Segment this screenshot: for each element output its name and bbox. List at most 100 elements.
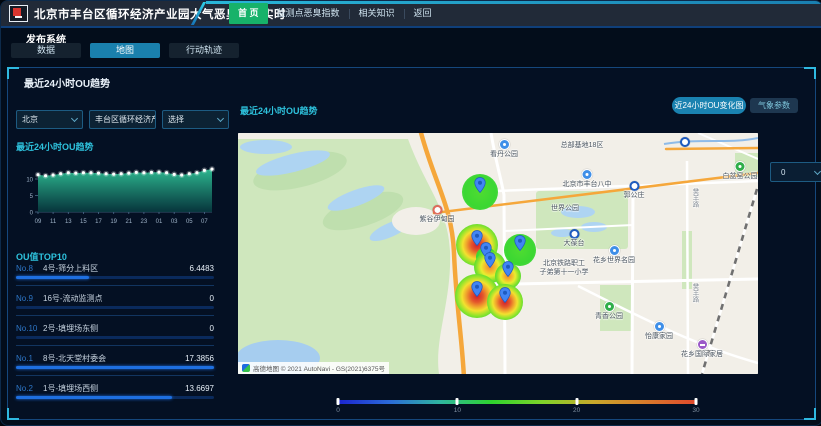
top-list-item[interactable]: No.18号-北天堂村委会17.3856 <box>16 352 214 376</box>
top-item-value: 0 <box>210 294 214 303</box>
top-item-row: No.916号-流动监测点0 <box>16 292 214 304</box>
heatmap-layer <box>238 133 758 374</box>
main-panel: 最近24小时OU趋势 北京 丰台区循环经济产 选择 最近24小时OU趋势 051… <box>7 67 816 420</box>
top-item-value: 13.6697 <box>185 384 214 393</box>
nav-item-odor-index[interactable]: 监测点恶臭指数 <box>268 3 349 24</box>
top-item-name: 16号-流动监测点 <box>43 293 210 304</box>
nav-item-home[interactable]: 首 页 <box>229 3 268 24</box>
layer-select-value: 0 <box>781 168 785 177</box>
nav-item-back[interactable]: 返回 <box>405 3 441 24</box>
top-item-rank: No.9 <box>16 294 43 303</box>
top-item-name: 1号-填埋场西侧 <box>43 383 185 394</box>
map-pin-icon[interactable] <box>484 252 496 268</box>
map-pin-icon[interactable] <box>471 281 483 297</box>
svg-text:05: 05 <box>186 219 193 225</box>
top-list-item[interactable]: No.916号-流动监测点0 <box>16 292 214 316</box>
site-select[interactable]: 选择 <box>162 110 229 129</box>
top-item-row: No.21号-填埋场西侧13.6697 <box>16 382 214 394</box>
map-pin-icon[interactable] <box>514 235 526 251</box>
panel-corner <box>804 408 816 420</box>
top-item-row: No.102号-填埋场东侧0 <box>16 322 214 334</box>
top-list: No.84号-筛分上料区6.4483No.916号-流动监测点0No.102号-… <box>16 262 214 411</box>
top-item-rank: No.8 <box>16 264 43 273</box>
layer-select[interactable]: 0 <box>770 162 821 182</box>
top-item-bar-track <box>16 396 214 399</box>
svg-text:17: 17 <box>95 219 102 225</box>
amap-logo-icon <box>242 364 250 372</box>
nav-item-knowledge[interactable]: 相关知识 <box>350 3 404 24</box>
top-list-item[interactable]: No.84号-筛分上料区6.4483 <box>16 262 214 286</box>
svg-text:13: 13 <box>65 219 72 225</box>
top-item-bar-track <box>16 336 214 339</box>
top-item-bar-track <box>16 276 214 279</box>
map-attribution: 高德地图 © 2021 AutoNavi - GS(2021)6375号 <box>238 362 389 374</box>
map-attribution-text: 高德地图 © 2021 AutoNavi - GS(2021)6375号 <box>253 363 385 373</box>
map-pin-icon[interactable] <box>499 287 511 303</box>
svg-text:23: 23 <box>141 219 148 225</box>
top-item-rank: No.1 <box>16 354 43 363</box>
top-item-name: 4号-筛分上料区 <box>43 263 190 274</box>
scale-tick-label: 30 <box>692 407 699 414</box>
svg-text:03: 03 <box>171 219 178 225</box>
city-select[interactable]: 北京 <box>16 110 83 129</box>
panel-corner <box>7 67 19 79</box>
map-pin-icon[interactable] <box>502 261 514 277</box>
svg-text:21: 21 <box>125 219 132 225</box>
top-item-rank: No.2 <box>16 384 43 393</box>
tab-data[interactable]: 数据 <box>11 43 81 58</box>
svg-text:5: 5 <box>30 194 34 200</box>
app-logo-icon <box>9 5 28 22</box>
chevron-down-icon <box>814 167 821 174</box>
panel-corner <box>804 67 816 79</box>
top-item-value: 0 <box>210 324 214 333</box>
top-item-row: No.84号-筛分上料区6.4483 <box>16 262 214 274</box>
top-item-name: 8号-北天堂村委会 <box>43 353 185 364</box>
top-item-row: No.18号-北天堂村委会17.3856 <box>16 352 214 364</box>
header-bar: 北京市丰台区循环经济产业园大气恶臭状况实时 首 页 监测点恶臭指数 相关知识 返… <box>1 1 821 28</box>
top-item-value: 6.4483 <box>190 264 214 273</box>
top-list-item[interactable]: No.102号-填埋场东侧0 <box>16 322 214 346</box>
svg-text:10: 10 <box>26 178 33 184</box>
scale-tick-label: 0 <box>336 407 340 414</box>
tab-map[interactable]: 地图 <box>90 43 160 58</box>
publish-tabs: 数据 地图 行动轨迹 <box>11 43 239 58</box>
app-window: 北京市丰台区循环经济产业园大气恶臭状况实时 首 页 监测点恶臭指数 相关知识 返… <box>0 0 821 426</box>
map-pin-icon[interactable] <box>474 177 486 193</box>
top-item-bar-fill <box>16 366 214 369</box>
top-item-bar-track <box>16 306 214 309</box>
district-select[interactable]: 丰台区循环经济产 <box>89 110 156 129</box>
chevron-down-icon <box>217 115 224 122</box>
district-select-value: 丰台区循环经济产 <box>95 114 156 125</box>
top-item-value: 17.3856 <box>185 354 214 363</box>
top-item-name: 2号-填埋场东侧 <box>43 323 210 334</box>
weather-params-button[interactable]: 气象参数 <box>750 98 798 113</box>
map-section-title: 最近24小时OU趋势 <box>240 104 318 117</box>
scale-gradient-bar <box>338 400 696 404</box>
map-canvas[interactable]: 看丹公园总部基地18区白盆窑公园北京市丰台八中郭公庄世界公园紫谷伊甸园大葆台花乡… <box>238 133 758 374</box>
scale-tick-marker <box>575 398 578 405</box>
chevron-down-icon <box>71 115 78 122</box>
top-list-item[interactable]: No.21号-填埋场西侧13.6697 <box>16 382 214 405</box>
scale-tick-label: 10 <box>454 407 461 414</box>
city-select-value: 北京 <box>22 114 38 125</box>
site-select-value: 选择 <box>168 114 184 125</box>
filter-selects: 北京 丰台区循环经济产 选择 <box>16 110 229 129</box>
svg-text:09: 09 <box>35 219 42 225</box>
svg-text:07: 07 <box>201 219 208 225</box>
svg-text:01: 01 <box>156 219 163 225</box>
tab-track[interactable]: 行动轨迹 <box>169 43 239 58</box>
top-item-bar-fill <box>16 276 89 279</box>
scale-tick-label: 20 <box>573 407 580 414</box>
scale-tick-marker <box>337 398 340 405</box>
svg-text:11: 11 <box>50 219 57 225</box>
svg-text:15: 15 <box>80 219 87 225</box>
panel-title: 最近24小时OU趋势 <box>24 75 110 90</box>
scale-tick-marker <box>695 398 698 405</box>
heatmap-color-scale: 0 10 20 30 <box>338 398 696 414</box>
top-item-bar-fill <box>16 396 172 399</box>
ou-change-map-button[interactable]: 近24小时OU变化图 <box>672 97 746 114</box>
trend-area-chart: 0510091113151719212301030507 <box>12 152 224 232</box>
top-item-rank: No.10 <box>16 324 43 333</box>
top-item-bar-track <box>16 366 214 369</box>
scale-tick-marker <box>456 398 459 405</box>
